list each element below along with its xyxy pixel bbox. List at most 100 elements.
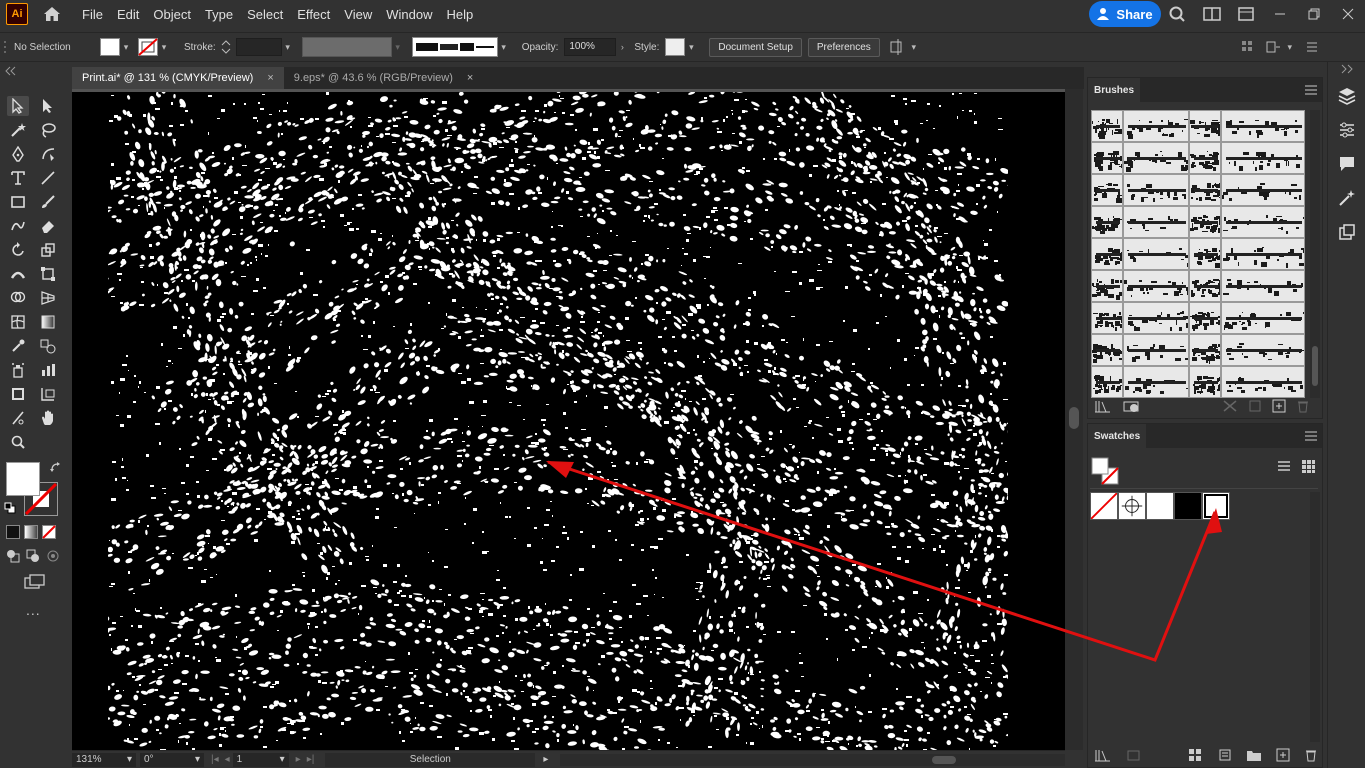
menu-select[interactable]: Select [247, 7, 283, 22]
rotation-field[interactable]: 0° ▾ [140, 752, 204, 767]
perspective-grid-tool[interactable] [37, 288, 59, 308]
eraser-tool[interactable] [37, 216, 59, 236]
line-segment-tool[interactable] [37, 168, 59, 188]
edit-toolbar-button[interactable]: ... [26, 602, 41, 618]
new-brush-icon[interactable] [1272, 399, 1286, 413]
draw-inside-icon[interactable] [46, 549, 60, 563]
opacity-input[interactable]: 100% [564, 38, 617, 56]
workspace-switcher-icon[interactable] [1195, 4, 1229, 24]
brush-libraries-icon[interactable] [1094, 399, 1112, 413]
fill-color-box[interactable] [6, 462, 40, 496]
scrollbar-thumb[interactable] [1069, 407, 1079, 429]
brush-thumbnail[interactable] [1221, 110, 1305, 142]
brush-thumbnail[interactable] [1123, 142, 1189, 174]
tab-9-eps[interactable]: 9.eps* @ 43.6 % (RGB/Preview) × [283, 67, 484, 89]
gradient-tool[interactable] [37, 312, 59, 332]
brush-thumbnail[interactable] [1091, 366, 1123, 398]
brush-thumbnail[interactable] [1221, 142, 1305, 174]
brush-dropdown-icon[interactable]: ▾ [498, 41, 510, 53]
brush-thumbnail[interactable] [1189, 142, 1221, 174]
arrange-icon[interactable] [888, 37, 908, 57]
swatch-libraries-icon[interactable] [1094, 748, 1112, 762]
symbol-sprayer-tool[interactable] [7, 360, 29, 380]
brush-thumbnail[interactable] [1091, 302, 1123, 334]
canvas[interactable] [72, 89, 1065, 750]
new-swatch-icon[interactable] [1276, 748, 1290, 762]
magic-wand-tool[interactable] [7, 120, 29, 140]
swatch-fill-stroke-indicator[interactable] [1090, 456, 1122, 486]
width-tool[interactable] [7, 264, 29, 284]
arrange-dropdown-icon[interactable]: ▾ [908, 41, 920, 53]
swatch-none[interactable] [1090, 492, 1118, 520]
default-fill-stroke-icon[interactable] [4, 502, 16, 514]
none-button-icon[interactable] [42, 525, 56, 539]
menu-help[interactable]: Help [446, 7, 473, 22]
control-bar-menu-icon[interactable] [1304, 39, 1320, 55]
share-button[interactable]: Share [1089, 1, 1161, 27]
brush-thumbnail[interactable] [1221, 334, 1305, 366]
align-icon[interactable] [1240, 39, 1256, 55]
home-icon[interactable] [42, 4, 62, 24]
paintbrush-tool[interactable] [37, 192, 59, 212]
brush-thumbnail[interactable] [1091, 334, 1123, 366]
brush-thumbnail[interactable] [1123, 206, 1189, 238]
brush-thumbnail[interactable] [1123, 110, 1189, 142]
rectangle-tool[interactable] [7, 192, 29, 212]
remove-brush-stroke-icon[interactable] [1222, 399, 1238, 413]
restore-button[interactable] [1297, 4, 1331, 24]
status-tool-field[interactable]: Selection [325, 752, 536, 767]
menu-window[interactable]: Window [386, 7, 432, 22]
screen-mode-icon[interactable] [24, 574, 46, 590]
new-color-group-icon[interactable] [1246, 748, 1262, 762]
close-window-button[interactable] [1331, 4, 1365, 24]
brush-thumbnail[interactable] [1221, 238, 1305, 270]
brush-thumbnail[interactable] [1221, 206, 1305, 238]
free-transform-tool[interactable] [37, 264, 59, 284]
artboard-field[interactable]: 1 ▾ [232, 752, 289, 767]
draw-normal-icon[interactable] [6, 549, 20, 563]
minimize-button[interactable] [1263, 4, 1297, 24]
rotate-tool[interactable] [7, 240, 29, 260]
preferences-button[interactable]: Preferences [807, 37, 880, 57]
brush-thumbnail[interactable] [1091, 142, 1123, 174]
brush-thumbnail[interactable] [1123, 238, 1189, 270]
collapse-toolbar-icon[interactable] [4, 66, 18, 76]
menu-view[interactable]: View [344, 7, 372, 22]
panel-menu-icon[interactable] [1304, 431, 1318, 441]
brush-thumbnail[interactable] [1091, 110, 1123, 142]
layers-panel-button[interactable] [1328, 79, 1365, 113]
lasso-tool[interactable] [37, 120, 59, 140]
shaper-tool[interactable] [7, 216, 29, 236]
horizontal-scrollbar[interactable] [560, 753, 1065, 766]
brush-thumbnail[interactable] [1221, 174, 1305, 206]
zoom-field[interactable]: 131% ▾ [72, 752, 136, 767]
opacity-arrow-icon[interactable]: › [616, 41, 628, 53]
brush-thumbnail[interactable] [1091, 238, 1123, 270]
menu-effect[interactable]: Effect [297, 7, 330, 22]
zoom-tool[interactable] [7, 432, 29, 452]
brush-thumbnail[interactable] [1189, 110, 1221, 142]
brush-thumbnail[interactable] [1123, 366, 1189, 398]
search-icon[interactable] [1161, 4, 1195, 24]
libraries-panel-button[interactable] [1328, 181, 1365, 215]
brush-thumbnail[interactable] [1189, 238, 1221, 270]
comments-panel-button[interactable] [1328, 147, 1365, 181]
tab-print-ai[interactable]: Print.ai* @ 131 % (CMYK/Preview) × [72, 67, 284, 89]
selection-tool[interactable] [7, 96, 29, 116]
swatch-registration[interactable] [1118, 492, 1146, 520]
document-setup-button[interactable]: Document Setup [709, 37, 802, 57]
grid-view-icon[interactable] [1300, 458, 1316, 474]
show-swatch-kinds-icon[interactable] [1188, 748, 1204, 762]
curvature-tool[interactable] [37, 144, 59, 164]
brush-definition-preview[interactable] [411, 37, 498, 57]
brush-thumbnail[interactable] [1123, 270, 1189, 302]
export-panel-button[interactable] [1328, 215, 1365, 249]
menu-type[interactable]: Type [205, 7, 233, 22]
stroke-swatch[interactable] [138, 38, 158, 56]
brush-thumbnail[interactable] [1189, 270, 1221, 302]
last-artboard-icon[interactable]: ▸| [307, 754, 315, 765]
brush-library-grid[interactable] [1091, 110, 1305, 398]
gradient-button[interactable] [24, 525, 38, 539]
status-menu-icon[interactable]: ▸ [543, 754, 548, 765]
delete-brush-icon[interactable] [1296, 399, 1310, 413]
